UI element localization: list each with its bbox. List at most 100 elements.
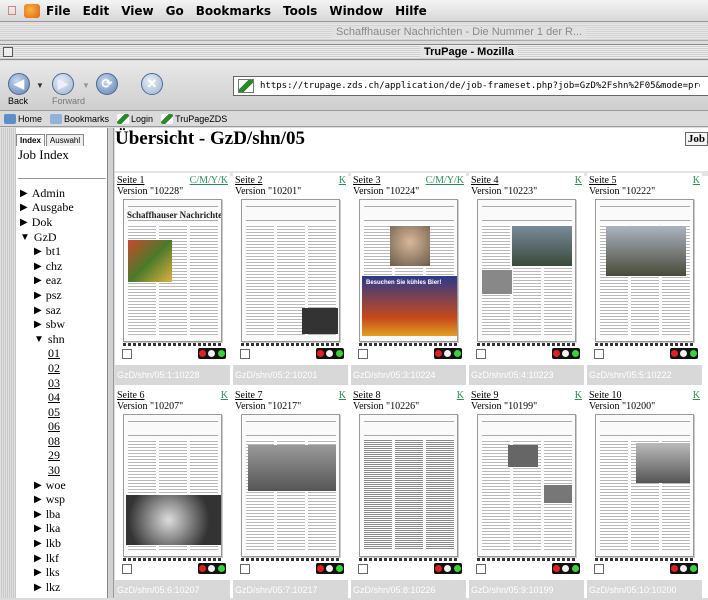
page-thumbnail[interactable] (477, 199, 576, 342)
tree-node[interactable]: ▶ wsp (34, 492, 74, 507)
disclosure-closed-icon[interactable]: ▶ (20, 217, 28, 228)
disclosure-closed-icon[interactable]: ▶ (34, 319, 42, 330)
select-checkbox[interactable] (594, 564, 604, 574)
stop-button[interactable]: ✕ (141, 73, 163, 95)
select-checkbox[interactable] (358, 564, 368, 574)
disclosure-closed-icon[interactable]: ▶ (34, 290, 42, 301)
url-input[interactable] (260, 81, 700, 91)
trupagezds-bookmark[interactable]: TruPageZDS (161, 113, 227, 124)
page-thumbnail[interactable] (595, 414, 694, 557)
tree-node[interactable]: ▶ psz (34, 288, 74, 303)
menu-file[interactable]: File (46, 4, 71, 18)
disclosure-closed-icon[interactable]: ▶ (34, 567, 42, 578)
tree-node[interactable]: ▶ lkb (34, 536, 74, 551)
tree-node[interactable]: ▶ eaz (34, 273, 74, 289)
home-bookmark[interactable]: Home (4, 113, 42, 124)
separation-links[interactable]: K (575, 390, 582, 401)
page-card[interactable]: Seite 7 K Version "10217" GzD/shn/05:7:1021… (233, 388, 348, 600)
separation-links[interactable]: K (339, 175, 346, 186)
select-checkbox[interactable] (476, 349, 486, 359)
disclosure-closed-icon[interactable]: ▶ (34, 261, 42, 272)
tree-node[interactable]: ▶ lkf (34, 551, 74, 566)
reload-button[interactable]: ⟳ (96, 73, 118, 95)
tree-page-item[interactable]: 01 (48, 346, 74, 362)
page-thumbnail[interactable] (241, 199, 340, 342)
tree-node[interactable]: ▶ woe (34, 478, 74, 493)
separation-links[interactable]: K (693, 175, 700, 186)
tree-node[interactable]: ▶ lba (34, 507, 74, 522)
page-card[interactable]: Seite 1 C/M/Y/K Version "10228" Schaffhause… (115, 173, 230, 385)
tab-auswahl[interactable]: Auswahl (45, 134, 85, 146)
page-card[interactable]: Seite 5 K Version "10222" GzD/shn/05:5:1022… (587, 173, 702, 385)
page-link[interactable]: Seite 10 (589, 390, 622, 401)
tree-page-item[interactable]: 02 (48, 361, 74, 376)
select-checkbox[interactable] (240, 349, 250, 359)
back-button[interactable]: ◀ (8, 73, 30, 95)
menu-go[interactable]: Go (166, 4, 184, 18)
sidebar-gutter[interactable] (0, 128, 16, 598)
tree-node[interactable]: ▶ Admin (20, 186, 74, 201)
separation-links[interactable]: C/M/Y/K (190, 175, 228, 186)
bookmarks-bookmark[interactable]: Bookmarks (50, 113, 109, 124)
disclosure-closed-icon[interactable]: ▶ (34, 305, 42, 316)
window-titlebar[interactable]: TruPage - Mozilla (0, 44, 708, 60)
tree-node[interactable]: ▶ Dok (20, 215, 74, 230)
tree-node[interactable]: ▼ GzD (20, 230, 74, 245)
page-link[interactable]: Seite 9 (471, 390, 499, 401)
separation-links[interactable]: K (457, 390, 464, 401)
background-window-titlebar[interactable]: Schaffhauser Nachrichten - Die Nummer 1 … (0, 24, 708, 41)
page-link[interactable]: Seite 7 (235, 390, 263, 401)
page-link[interactable]: Seite 8 (353, 390, 381, 401)
page-link[interactable]: Seite 3 (353, 175, 381, 186)
page-card[interactable]: Seite 6 K Version "10207" GzD/shn/05:6:1020… (115, 388, 230, 600)
page-thumbnail[interactable] (595, 199, 694, 342)
page-card[interactable]: Seite 3 C/M/Y/K Version "10224" Besuchen Si… (351, 173, 466, 385)
disclosure-closed-icon[interactable]: ▶ (34, 494, 42, 505)
page-link[interactable]: Seite 2 (235, 175, 263, 186)
separation-links[interactable]: K (221, 390, 228, 401)
close-box-icon[interactable] (3, 47, 13, 57)
page-card[interactable]: Seite 9 K Version "10199" GzD/shn/05:9:1019… (469, 388, 584, 600)
separation-links[interactable]: C/M/Y/K (426, 175, 464, 186)
page-thumbnail[interactable] (241, 414, 340, 557)
mozilla-logo-icon[interactable] (24, 3, 40, 18)
separation-links[interactable]: K (339, 390, 346, 401)
page-card[interactable]: Seite 4 K Version "10223" GzD/shn/05:4:1022… (469, 173, 584, 385)
menu-tools[interactable]: Tools (283, 4, 317, 18)
disclosure-closed-icon[interactable]: ▶ (20, 188, 28, 199)
disclosure-closed-icon[interactable]: ▶ (34, 582, 42, 593)
tree-page-item[interactable]: 06 (48, 419, 74, 435)
tree-page-item[interactable]: 04 (48, 390, 74, 405)
separation-links[interactable]: K (575, 175, 582, 186)
tree-node[interactable]: ▶ lks (34, 565, 74, 580)
forward-dropdown-icon[interactable]: ▼ (82, 81, 90, 90)
tree-node[interactable]: ▼ shn (34, 332, 74, 347)
menu-edit[interactable]: Edit (83, 4, 110, 18)
disclosure-open-icon[interactable]: ▼ (20, 232, 30, 243)
page-thumbnail[interactable]: Besuchen Sie kühles Bier! (359, 199, 458, 342)
back-dropdown-icon[interactable]: ▼ (36, 81, 44, 90)
url-bar[interactable] (233, 76, 708, 96)
page-link[interactable]: Seite 1 (117, 175, 145, 186)
disclosure-closed-icon[interactable]: ▶ (34, 538, 42, 549)
menu-window[interactable]: Window (329, 4, 383, 18)
tab-index[interactable]: Index (16, 134, 45, 146)
tree-node[interactable]: ▶ Ausgabe (20, 200, 74, 216)
page-link[interactable]: Seite 6 (117, 390, 145, 401)
apple-icon[interactable]:  (0, 3, 24, 18)
tree-node[interactable]: ▶ saz (34, 303, 74, 318)
tree-page-item[interactable]: 30 (48, 463, 74, 478)
page-link[interactable]: Seite 4 (471, 175, 499, 186)
tree-node[interactable]: ▶ sbw (34, 317, 74, 332)
disclosure-closed-icon[interactable]: ▶ (34, 509, 42, 520)
select-checkbox[interactable] (594, 349, 604, 359)
page-proxy-icon[interactable] (238, 79, 254, 93)
select-checkbox[interactable] (122, 564, 132, 574)
menu-view[interactable]: View (121, 4, 153, 18)
tree-node[interactable]: ▶ lka (34, 521, 74, 537)
select-checkbox[interactable] (358, 349, 368, 359)
page-thumbnail[interactable] (123, 414, 222, 557)
job-button[interactable]: Job (684, 132, 708, 146)
page-link[interactable]: Seite 5 (589, 175, 617, 186)
disclosure-closed-icon[interactable]: ▶ (34, 246, 42, 257)
